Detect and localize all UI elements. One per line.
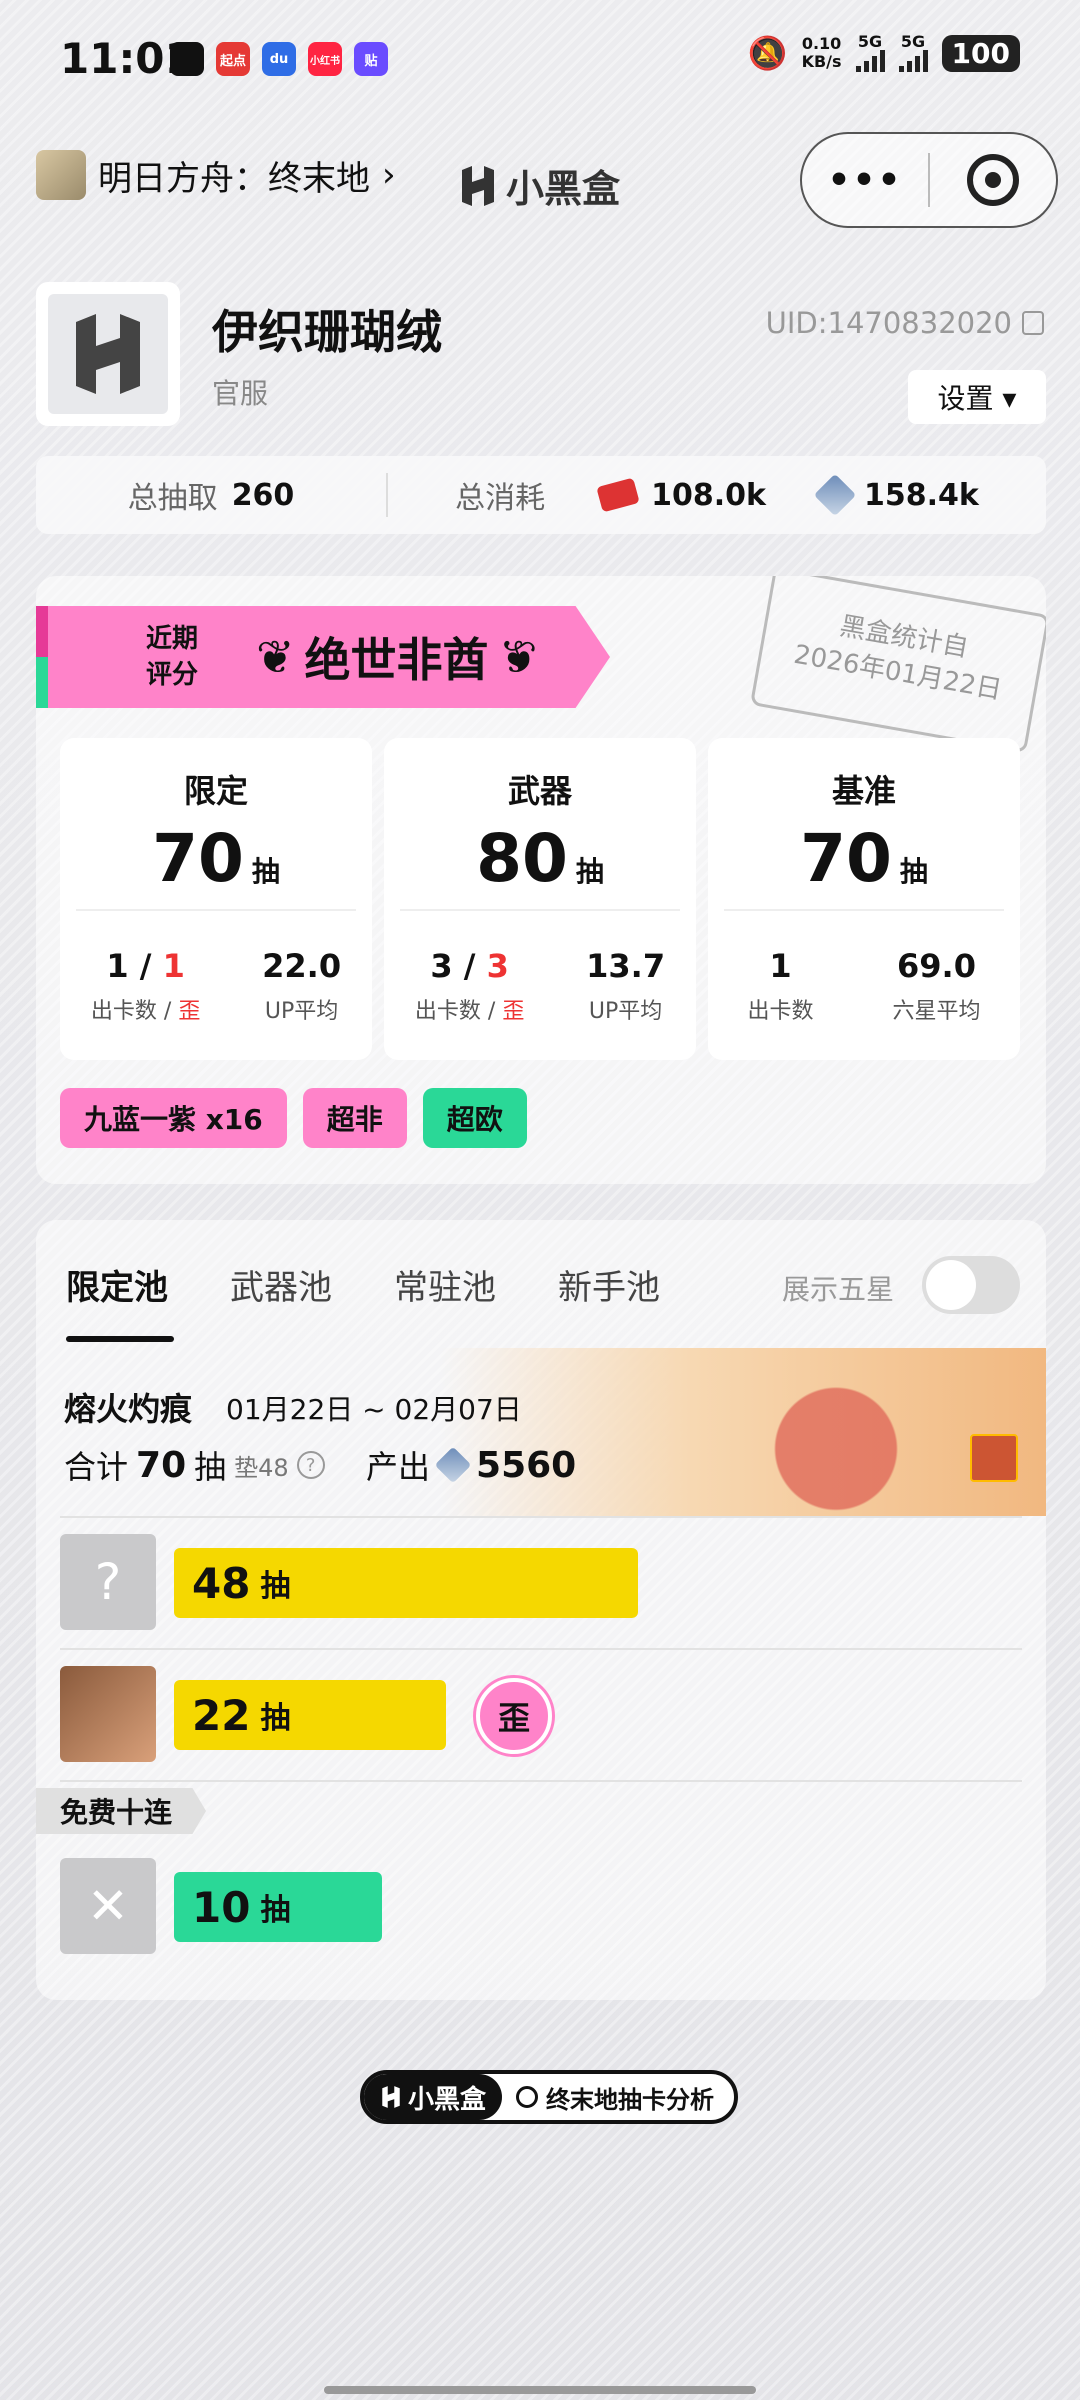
game-switcher[interactable]: 明日方舟：终末地 › xyxy=(36,150,396,200)
signal-sim2-icon: 5G xyxy=(898,34,928,72)
more-dots-icon: ••• xyxy=(827,159,903,201)
off-banner-badge: 歪 xyxy=(476,1678,552,1754)
tag-blue-purple: 九蓝一紫 x16 xyxy=(60,1088,287,1148)
totals-bar: 总抽取 260 总消耗 108.0k 158.4k xyxy=(36,456,1046,534)
pool-date: 01月22日 ~ 02月07日 xyxy=(226,1393,522,1426)
show-five-star-toggle[interactable] xyxy=(922,1256,1020,1314)
stats-since-stamp: 黑盒统计自 2026年01月22日 xyxy=(749,576,1046,754)
home-indicator[interactable] xyxy=(324,2386,756,2394)
pool-banner-art xyxy=(716,1348,1016,1516)
tag-list: 九蓝一紫 x16 超非 超欧 xyxy=(60,1088,527,1148)
orundum-icon xyxy=(434,1446,472,1484)
stat-box-weapon: 武器 80 抽 3 / 3 出卡数 / 歪 13.7 UP平均 xyxy=(384,738,696,1060)
laurel-left-icon: ❦ xyxy=(256,630,295,684)
tag-super-unlucky: 超非 xyxy=(302,1088,407,1148)
search-icon xyxy=(516,2086,539,2108)
target-icon xyxy=(967,154,1019,206)
app-icon-tieba: 贴 xyxy=(354,42,388,76)
game-avatar xyxy=(36,150,86,200)
free-ten-label: 免费十连 xyxy=(36,1788,207,1834)
unknown-operator-icon[interactable]: ? xyxy=(60,1534,156,1630)
rating-ribbon: 近期 评分 ❦ 绝世非酋 ❦ xyxy=(36,606,610,708)
profile-avatar xyxy=(36,282,180,426)
stat-box-limited: 限定 70 抽 1 / 1 出卡数 / 歪 22.0 UP平均 xyxy=(60,738,372,1060)
profile-name: 伊织珊瑚绒 xyxy=(212,305,442,359)
mute-bell-icon: 🔕 xyxy=(747,34,788,72)
pool-name: 熔火灼痕 xyxy=(64,1390,193,1428)
laurel-right-icon: ❦ xyxy=(498,630,538,684)
pull-bar: 22 抽 xyxy=(174,1680,446,1750)
settings-button[interactable]: 设置 ▾ xyxy=(908,370,1046,424)
footer-brand: 小黑盒 xyxy=(364,2074,503,2120)
pool-total: 合计 70 抽 垫48 ? xyxy=(64,1442,325,1488)
pool-tabs: 限定池 武器池 常驻池 新手池 xyxy=(66,1260,660,1309)
game-title: 明日方舟：终末地 xyxy=(98,158,370,199)
pool-output: 产出 5560 xyxy=(366,1444,577,1487)
profile-server: 官服 xyxy=(212,377,269,410)
featured-operator-thumb[interactable] xyxy=(970,1434,1018,1482)
close-miniapp-button[interactable] xyxy=(930,134,1056,226)
tag-super-lucky: 超欧 xyxy=(422,1088,527,1148)
chevron-right-icon: › xyxy=(382,155,396,195)
total-pulls: 总抽取 260 xyxy=(127,477,295,517)
more-menu-button[interactable]: ••• xyxy=(802,134,928,226)
summary-card: 近期 评分 ❦ 绝世非酋 ❦ 黑盒统计自 2026年01月22日 限定 70 抽 … xyxy=(36,576,1046,1184)
pull-bar: 48 抽 xyxy=(174,1548,638,1618)
empty-operator-icon: ✕ xyxy=(60,1858,156,1954)
operator-avatar[interactable] xyxy=(60,1666,156,1762)
status-indicators: 🔕 0.10 KB/s 5G 5G 100 xyxy=(748,34,1020,72)
uid-copy[interactable]: UID:1470832020 xyxy=(766,306,1044,340)
app-icon-qidian: 起点 xyxy=(216,42,250,76)
tab-standard[interactable]: 常驻池 xyxy=(394,1260,496,1309)
miniapp-capsule: ••• xyxy=(800,132,1058,228)
heybox-logo-icon xyxy=(462,165,494,206)
uid-text: UID:1470832020 xyxy=(765,306,1012,340)
pull-bar: 10 抽 xyxy=(174,1872,382,1942)
tab-limited[interactable]: 限定池 xyxy=(66,1260,168,1309)
pool-card: 限定池 武器池 常驻池 新手池 展示五星 熔火灼痕 01月22日 ~ 02月07… xyxy=(36,1220,1046,2000)
stat-box-standard: 基准 70 抽 1 出卡数 69.0 六星平均 xyxy=(708,738,1020,1060)
heybox-footer-icon xyxy=(382,2086,400,2108)
notification-app-icons: 起点 du 小红书 贴 xyxy=(170,42,388,76)
rating-value: ❦ 绝世非酋 ❦ xyxy=(256,630,538,687)
heybox-avatar-icon xyxy=(76,314,140,394)
battery-icon: 100 xyxy=(941,34,1020,72)
rating-label: 近期 评分 xyxy=(146,624,199,690)
heybox-logo: 小黑盒 xyxy=(458,158,620,213)
net-speed: 0.10 KB/s xyxy=(801,34,842,71)
ticket-icon xyxy=(596,477,640,513)
show-five-star-label: 展示五星 xyxy=(782,1273,895,1306)
tab-weapon[interactable]: 武器池 xyxy=(230,1260,332,1309)
tab-beginner[interactable]: 新手池 xyxy=(558,1260,660,1309)
tab-active-underline xyxy=(66,1336,174,1342)
help-icon[interactable]: ? xyxy=(296,1451,325,1479)
app-icon-xiaohongshu: 小红书 xyxy=(308,42,342,76)
app-icon-baidu: du xyxy=(262,42,296,76)
footer-search-badge[interactable]: 小黑盒 终末地抽卡分析 xyxy=(360,2070,739,2124)
signal-sim1-icon: 5G xyxy=(855,34,885,72)
orundum-icon xyxy=(813,473,857,517)
app-icon-heybox xyxy=(170,42,204,76)
total-spend: 总消耗 108.0k 158.4k xyxy=(388,473,1046,517)
copy-icon[interactable] xyxy=(1022,311,1044,335)
